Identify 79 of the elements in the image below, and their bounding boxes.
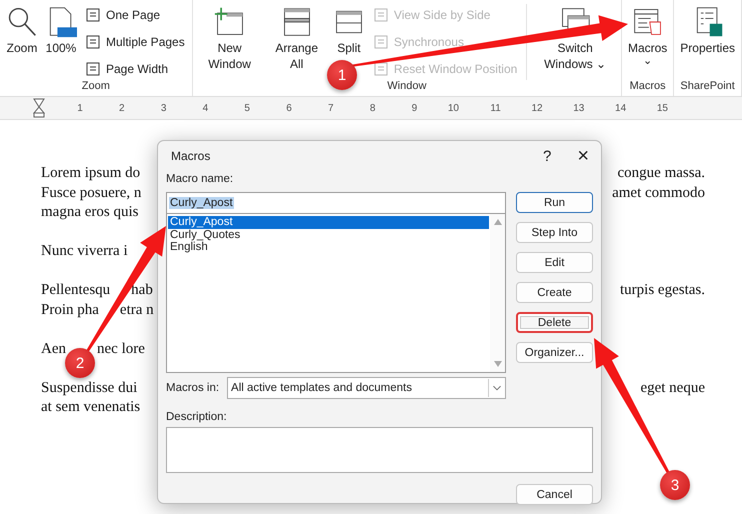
ribbon-button[interactable]: Zoom — [3, 4, 41, 58]
group-label: SharePoint — [679, 80, 736, 94]
ribbon-button[interactable]: Arrange All — [264, 4, 329, 74]
group-label: Window — [386, 80, 428, 94]
step-badge: 2 — [65, 348, 95, 378]
close-button[interactable]: × — [573, 144, 593, 168]
body-text: at sem venenatis — [41, 398, 140, 417]
page-icon — [85, 34, 101, 50]
field-label: Description: — [166, 410, 228, 425]
body-text: Lorem ipsum do — [41, 164, 140, 183]
dialog-button[interactable]: Delete — [516, 312, 593, 333]
body-text: Nunc viverra i — [41, 242, 128, 261]
body-text: Aen — [41, 340, 66, 358]
ribbon-button[interactable]: Properties — [677, 4, 738, 58]
ribbon-button[interactable]: Multiple Pages — [85, 34, 185, 50]
body-text: Fusce posuere, n — [41, 184, 142, 202]
body-text: eget neque — [640, 378, 705, 398]
field-label: Macro name: — [166, 172, 234, 187]
body-text: etra n — [120, 300, 154, 320]
macro-name-field[interactable]: Curly_Apost — [166, 192, 506, 214]
cancel-button[interactable]: Cancel — [516, 484, 593, 505]
page-icon — [372, 7, 389, 23]
body-text: magna eros quis — [41, 203, 138, 222]
dialog-button[interactable]: Step Into — [516, 222, 593, 243]
macro-item[interactable]: Curly_Quotes — [168, 228, 489, 241]
macros-in-dropdown[interactable]: All active templates and documents — [227, 377, 506, 399]
dialog-button[interactable]: Create — [516, 282, 593, 303]
ribbon-button[interactable]: Macros ⌄ — [624, 4, 670, 68]
body-text: turpis egestas. — [620, 281, 705, 300]
ruler-number: 4 — [202, 102, 208, 114]
description-field[interactable] — [166, 427, 593, 473]
body-text: amet commodo — [612, 184, 705, 202]
ribbon-button[interactable]: New Window — [196, 4, 264, 74]
macro-item[interactable]: Curly_Apost — [168, 216, 489, 228]
body-text: Pellentesqu — [41, 281, 110, 300]
indent-marker-icon[interactable] — [33, 98, 45, 118]
ruler-number: 13 — [573, 102, 584, 114]
macro-item[interactable]: English — [168, 241, 489, 254]
step-badge: 3 — [660, 470, 690, 500]
ruler-number: 9 — [412, 102, 418, 114]
ribbon-button[interactable]: Split — [330, 4, 368, 58]
dialog-button[interactable]: Organizer... — [516, 342, 593, 363]
page-icon — [372, 61, 389, 77]
ruler-number: 1 — [77, 102, 83, 114]
ruler-number: 15 — [656, 102, 668, 114]
body-text: congue massa. — [618, 164, 705, 183]
ruler-number: 6 — [286, 102, 292, 114]
macro-list-icon — [632, 6, 664, 38]
scroll-up-icon[interactable] — [492, 218, 502, 226]
page-icon — [85, 61, 101, 77]
ruler-number: 11 — [490, 102, 501, 114]
ruler-number: 7 — [328, 102, 334, 114]
group-label: Zoom — [80, 80, 111, 94]
ruler-number: 14 — [615, 102, 626, 114]
body-text: Suspendisse dui — [41, 378, 138, 398]
scrollbar[interactable] — [490, 214, 505, 372]
ruler-number: 3 — [160, 102, 166, 114]
window-icon — [214, 6, 246, 38]
dialog-button[interactable]: Run — [516, 192, 593, 213]
ribbon-button[interactable]: 100% — [42, 4, 80, 58]
body-text: Proin pha — [41, 300, 99, 320]
ruler-number: 10 — [448, 102, 459, 114]
scroll-down-icon[interactable] — [492, 360, 502, 368]
help-button[interactable]: ? — [538, 144, 556, 168]
magnifier-icon — [6, 6, 38, 38]
ribbon-button[interactable]: Page Width — [85, 61, 185, 77]
ruler-number: 2 — [119, 102, 125, 114]
ruler-number: 12 — [531, 102, 543, 114]
body-text: hab — [131, 281, 153, 300]
page-icon — [372, 34, 389, 50]
body-text: nec lore — [97, 340, 145, 358]
page-icon — [85, 7, 101, 23]
ruler-number: 5 — [244, 102, 250, 114]
dialog-button[interactable]: Edit — [516, 252, 593, 273]
field-label: Macros in: — [166, 381, 220, 396]
dialog-title: Macros — [171, 149, 210, 163]
ribbon-button[interactable]: One Page — [85, 7, 185, 23]
ruler-number: 8 — [370, 102, 376, 114]
group-label: Macros — [628, 80, 667, 94]
